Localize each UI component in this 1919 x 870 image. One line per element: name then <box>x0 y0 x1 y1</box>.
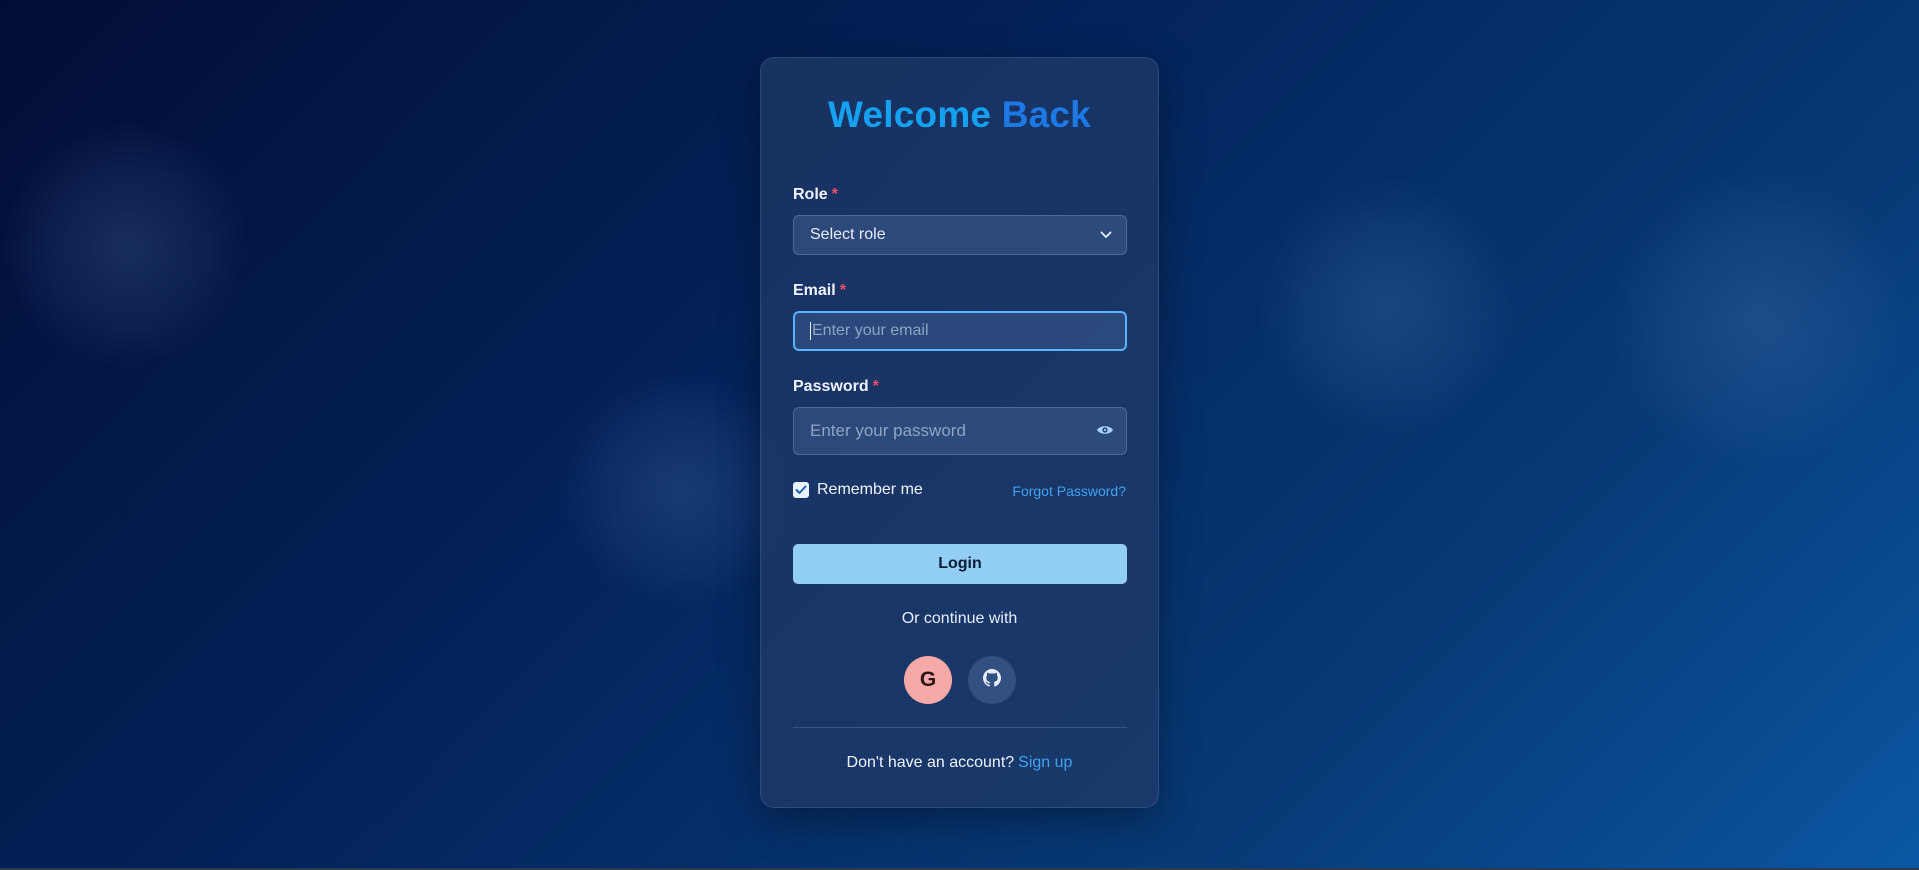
or-continue-text: Or continue with <box>901 610 1018 627</box>
signup-prompt: Don't have an account? Sign up <box>761 754 1158 772</box>
password-label-text: Password <box>793 378 869 395</box>
google-login-button[interactable]: G <box>904 656 952 704</box>
chevron-down-icon <box>1100 226 1112 244</box>
eye-icon[interactable] <box>1096 421 1114 441</box>
title-word-welcome: Welcome <box>828 94 992 135</box>
login-card: Welcome Back Role * Select role Email * En… <box>760 57 1159 808</box>
divider <box>793 727 1127 728</box>
email-placeholder: Enter your email <box>812 322 929 339</box>
password-placeholder: Enter your password <box>810 421 966 440</box>
github-login-button[interactable] <box>968 656 1016 704</box>
required-asterisk: * <box>831 186 838 203</box>
required-asterisk: * <box>872 378 879 395</box>
remember-me-checkbox[interactable] <box>793 482 809 498</box>
email-label: Email * <box>793 282 846 300</box>
role-select[interactable]: Select role <box>793 215 1127 255</box>
role-select-value: Select role <box>810 226 886 243</box>
page-title: Welcome Back <box>761 92 1158 138</box>
google-icon: G <box>919 668 937 691</box>
signup-prompt-text: Don't have an account? <box>846 754 1015 771</box>
email-label-text: Email <box>793 282 836 299</box>
password-field[interactable]: Enter your password <box>793 407 1127 455</box>
remember-me-label[interactable]: Remember me <box>817 481 923 499</box>
required-asterisk: * <box>839 282 846 299</box>
email-field[interactable]: Enter your email <box>793 311 1127 351</box>
github-icon <box>983 668 1001 692</box>
role-label-text: Role <box>793 186 828 203</box>
login-button[interactable]: Login <box>793 544 1127 584</box>
background-blob <box>1610 170 1910 470</box>
password-label: Password * <box>793 378 879 396</box>
sign-up-link[interactable]: Sign up <box>1018 754 1072 771</box>
background-blob <box>0 120 250 370</box>
text-caret <box>810 322 811 340</box>
role-label: Role * <box>793 186 838 204</box>
forgot-password-link[interactable]: Forgot Password? <box>1012 483 1126 499</box>
title-word-back: Back <box>1001 94 1091 135</box>
background-blob <box>1255 175 1515 435</box>
